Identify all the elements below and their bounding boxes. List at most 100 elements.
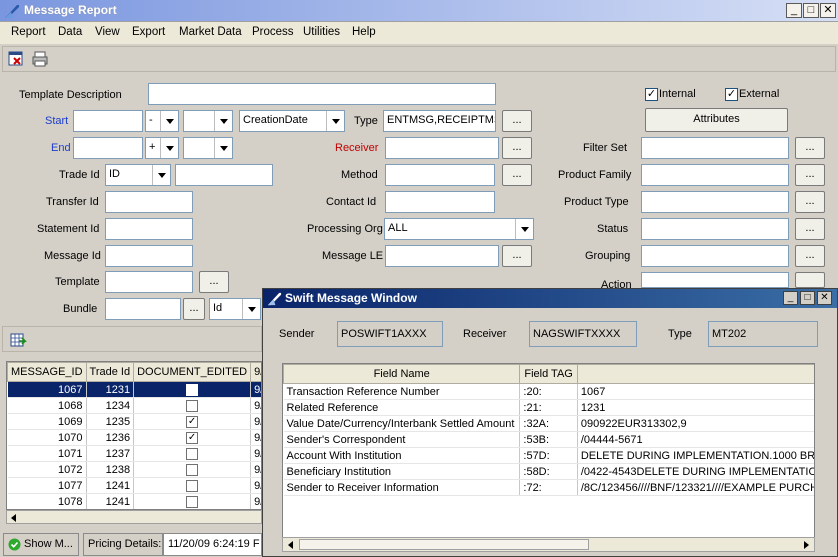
bundle-type-combo[interactable]: Id [209, 298, 261, 320]
template-picker-button[interactable]: ... [199, 271, 229, 293]
chevron-down-icon[interactable] [160, 111, 178, 131]
method-input[interactable] [385, 164, 495, 186]
column-header-extra[interactable]: 9/ [250, 362, 261, 382]
table-row[interactable]: 10681234 9/ [7, 397, 261, 414]
receiver-picker-button[interactable]: ... [502, 137, 532, 159]
column-header-field-name[interactable]: Field Name [283, 364, 521, 384]
product-type-picker-button[interactable]: ... [795, 191, 825, 213]
scroll-left-arrow-icon[interactable] [288, 541, 293, 549]
product-family-input[interactable] [641, 164, 789, 186]
swift-field-row[interactable]: Sender to Receiver Information:72:/8C/12… [283, 479, 814, 496]
end-unit-combo[interactable] [183, 137, 233, 159]
message-le-input[interactable] [385, 245, 499, 267]
swift-field-row[interactable]: Value Date/Currency/Interbank Settled Am… [283, 415, 814, 432]
column-header-field-tag[interactable]: Field TAG [519, 364, 578, 384]
document-edited-checkbox[interactable] [186, 495, 199, 508]
swift-field-row[interactable]: Transaction Reference Number:20: 1067 [283, 383, 814, 400]
column-header-trade-id[interactable]: Trade Id [85, 362, 135, 382]
scroll-right-arrow-icon[interactable] [804, 541, 809, 549]
menu-report[interactable]: Report [11, 26, 46, 38]
show-messages-button[interactable]: Show M... [3, 533, 79, 556]
end-date-input[interactable] [73, 137, 143, 159]
swift-maximize-button[interactable]: □ [800, 291, 815, 305]
action-input[interactable] [641, 272, 789, 288]
results-horizontal-scrollbar[interactable] [6, 510, 262, 524]
template-input[interactable] [105, 271, 193, 293]
product-family-picker-button[interactable]: ... [795, 164, 825, 186]
swift-field-row[interactable]: Related Reference:21: 1231 [283, 399, 814, 416]
bundle-input[interactable] [105, 298, 181, 320]
start-sign-combo[interactable]: - [145, 110, 179, 132]
minimize-button[interactable]: _ [786, 3, 802, 18]
processing-org-combo[interactable]: ALL [384, 218, 534, 240]
export-grid-icon[interactable] [9, 331, 27, 349]
swift-field-row[interactable]: Account With Institution:57D: DELETE DURI… [283, 447, 814, 464]
table-row[interactable]: 10721238 9/ [7, 461, 261, 478]
statement-id-input[interactable] [105, 218, 193, 240]
receiver-input[interactable] [385, 137, 499, 159]
chevron-down-icon[interactable] [152, 165, 170, 185]
swift-field-row[interactable]: Sender's Correspondent:53B:/04444-5671 [283, 431, 814, 448]
clear-icon[interactable] [7, 50, 25, 68]
chevron-down-icon[interactable] [515, 219, 533, 239]
document-edited-checkbox[interactable] [186, 479, 199, 492]
table-row[interactable]: 10781241 9/ [7, 493, 261, 509]
filter-set-picker-button[interactable]: ... [795, 137, 825, 159]
close-button[interactable]: ✕ [820, 3, 836, 18]
swift-close-button[interactable]: ✕ [817, 291, 832, 305]
table-row[interactable]: 10691235 ✓ 9/ [7, 413, 261, 430]
document-edited-checkbox[interactable] [186, 447, 199, 460]
maximize-button[interactable]: □ [803, 3, 819, 18]
document-edited-checkbox[interactable] [186, 383, 199, 396]
status-picker-button[interactable]: ... [795, 218, 825, 240]
swift-horizontal-scrollbar[interactable] [282, 537, 815, 552]
chevron-down-icon[interactable] [160, 138, 178, 158]
attributes-button[interactable]: Attributes [645, 108, 788, 132]
document-edited-checkbox[interactable]: ✓ [186, 431, 199, 444]
menu-data[interactable]: Data [58, 26, 82, 38]
column-header-field-value[interactable] [576, 364, 814, 384]
document-edited-checkbox[interactable] [186, 463, 199, 476]
message-id-input[interactable] [105, 245, 193, 267]
grouping-picker-button[interactable]: ... [795, 245, 825, 267]
menu-utilities[interactable]: Utilities [303, 26, 340, 38]
table-row[interactable]: 10701236 ✓ 9/ [7, 429, 261, 446]
transfer-id-input[interactable] [105, 191, 193, 213]
table-row[interactable]: 10771241 9/ [7, 477, 261, 494]
method-picker-button[interactable]: ... [502, 164, 532, 186]
end-sign-combo[interactable]: + [145, 137, 179, 159]
type-picker-button[interactable]: ... [502, 110, 532, 132]
internal-checkbox[interactable]: ✓ [645, 88, 658, 101]
bundle-picker-button[interactable]: ... [183, 298, 205, 320]
menu-export[interactable]: Export [132, 26, 165, 38]
swift-field-row[interactable]: Beneficiary Institution:58D:/0422-4543DE… [283, 463, 814, 480]
template-description-input[interactable] [148, 83, 496, 105]
grouping-input[interactable] [641, 245, 789, 267]
type-input[interactable]: ENTMSG,RECEIPTMSG [383, 110, 496, 132]
filter-set-input[interactable] [641, 137, 789, 159]
scroll-thumb[interactable] [299, 539, 589, 550]
external-checkbox[interactable]: ✓ [725, 88, 738, 101]
chevron-down-icon[interactable] [242, 299, 260, 319]
menu-help[interactable]: Help [352, 26, 376, 38]
column-header-document-edited[interactable]: DOCUMENT_EDITED [133, 362, 252, 382]
chevron-down-icon[interactable] [326, 111, 344, 131]
status-input[interactable] [641, 218, 789, 240]
chevron-down-icon[interactable] [214, 138, 232, 158]
scroll-left-arrow-icon[interactable] [11, 514, 16, 522]
table-row[interactable]: 10671231 9/ [7, 381, 261, 398]
document-edited-checkbox[interactable]: ✓ [186, 415, 199, 428]
start-date-field-combo[interactable]: CreationDate [239, 110, 345, 132]
chevron-down-icon[interactable] [214, 111, 232, 131]
contact-id-input[interactable] [385, 191, 495, 213]
menu-process[interactable]: Process [252, 26, 294, 38]
column-header-message-id[interactable]: MESSAGE_ID [7, 362, 87, 382]
product-type-input[interactable] [641, 191, 789, 213]
trade-id-input[interactable] [175, 164, 273, 186]
menu-market-data[interactable]: Market Data [179, 26, 242, 38]
document-edited-checkbox[interactable] [186, 399, 199, 412]
trade-id-type-combo[interactable]: ID [105, 164, 171, 186]
swift-minimize-button[interactable]: _ [783, 291, 798, 305]
message-le-picker-button[interactable]: ... [502, 245, 532, 267]
table-row[interactable]: 10711237 9/ [7, 445, 261, 462]
